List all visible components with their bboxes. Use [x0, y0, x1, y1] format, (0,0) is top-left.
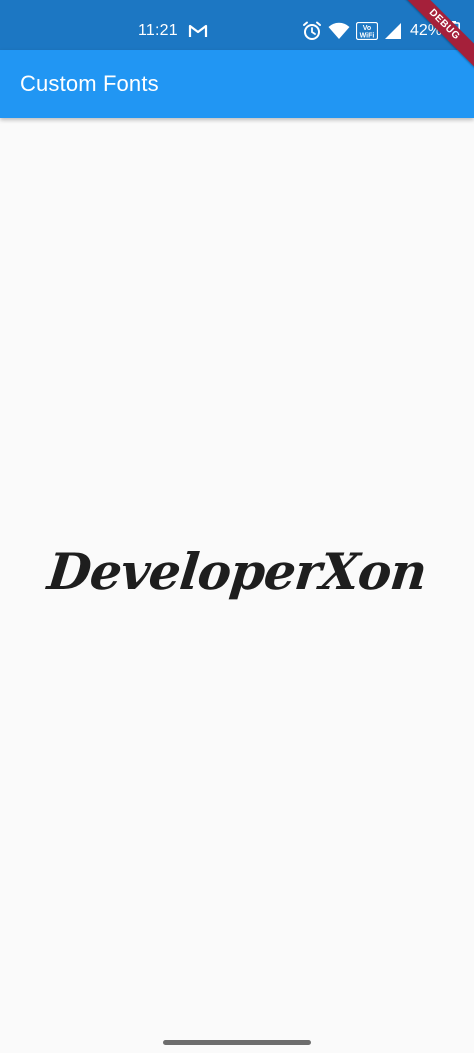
battery-icon	[448, 21, 460, 41]
gesture-nav-handle[interactable]	[163, 1040, 311, 1045]
signal-icon	[384, 23, 401, 39]
main-content: DeveloperXon	[0, 118, 474, 1018]
status-time: 11:21	[138, 22, 178, 39]
app-screen: 11:21 Vo WiFi 42% Custom Fonts Developer…	[0, 0, 474, 1053]
alarm-icon	[302, 21, 321, 40]
status-bar: 11:21 Vo WiFi 42%	[0, 0, 474, 50]
app-title: Custom Fonts	[20, 71, 159, 96]
svg-text:Vo: Vo	[363, 25, 371, 32]
gmail-icon	[188, 24, 208, 37]
status-icons: Vo WiFi 42%	[302, 18, 460, 44]
battery-percent: 42%	[409, 22, 442, 39]
app-bar: Custom Fonts	[0, 50, 474, 118]
svg-text:WiFi: WiFi	[360, 33, 375, 40]
wifi-icon	[328, 22, 350, 39]
custom-font-text: DeveloperXon	[44, 542, 430, 601]
vowifi-icon: Vo WiFi	[355, 22, 378, 40]
